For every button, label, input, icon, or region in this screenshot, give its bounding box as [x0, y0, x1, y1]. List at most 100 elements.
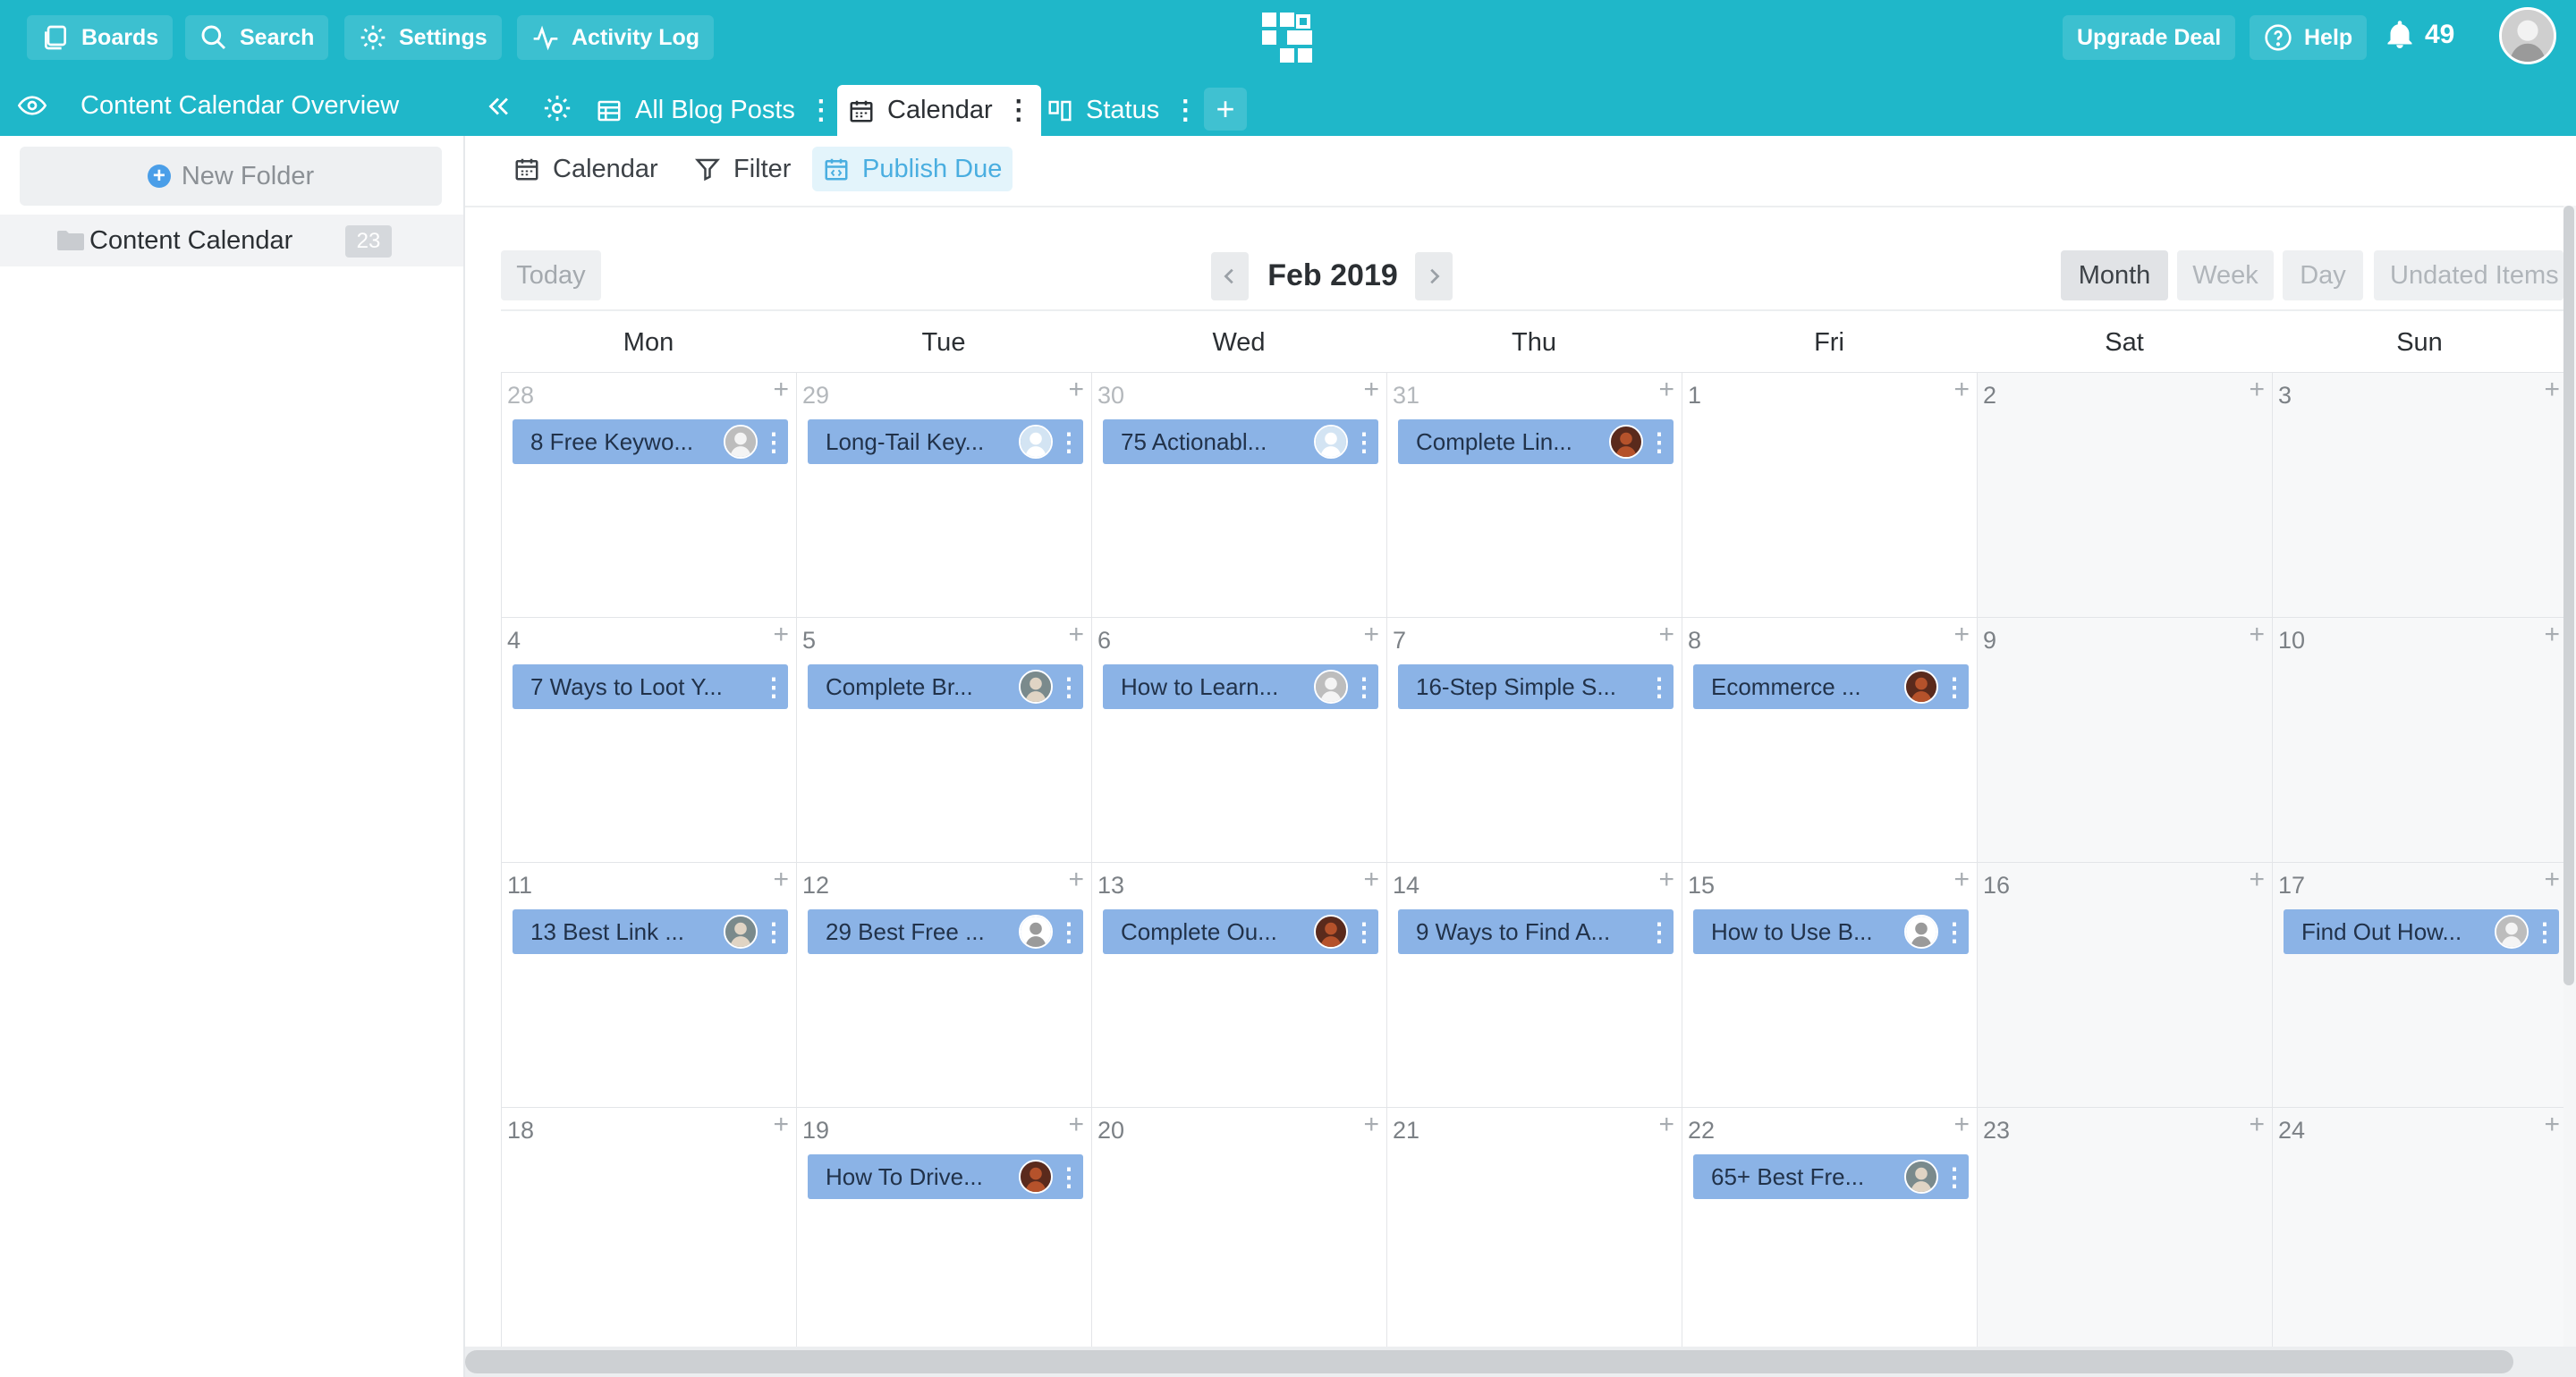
event-menu-icon[interactable]: ⋮ [758, 672, 788, 702]
event-menu-icon[interactable]: ⋮ [1348, 427, 1378, 457]
settings-button[interactable]: Settings [344, 15, 502, 60]
event-menu-icon[interactable]: ⋮ [758, 917, 788, 947]
add-item-plus-icon[interactable]: + [773, 376, 789, 403]
calendar-event[interactable]: 8 Free Keywo... ⋮ [513, 419, 788, 464]
add-item-plus-icon[interactable]: + [2544, 1111, 2560, 1138]
calendar-day-cell[interactable]: 28 +8 Free Keywo... ⋮ [501, 372, 796, 617]
add-view-button[interactable]: + [1204, 88, 1247, 131]
calendar-event[interactable]: 9 Ways to Find A... ⋮ [1398, 909, 1674, 954]
add-item-plus-icon[interactable]: + [2544, 621, 2560, 648]
week-view-button[interactable]: Week [2177, 250, 2274, 300]
add-item-plus-icon[interactable]: + [1363, 621, 1379, 648]
add-item-plus-icon[interactable]: + [1068, 376, 1084, 403]
view-settings-gear-icon[interactable] [542, 93, 572, 123]
eye-icon[interactable] [18, 91, 47, 120]
calendar-day-cell[interactable]: 9 + [1977, 617, 2272, 862]
help-button[interactable]: Help [2250, 15, 2368, 60]
calendar-day-cell[interactable]: 29 + Long-Tail Key... ⋮ [796, 372, 1091, 617]
tab-all-blog-posts[interactable]: All Blog Posts ⋮ [585, 85, 843, 136]
calendar-day-cell[interactable]: 4 +7 Ways to Loot Y... ⋮ [501, 617, 796, 862]
calendar-event[interactable]: 65+ Best Fre... ⋮ [1693, 1154, 1969, 1199]
event-menu-icon[interactable]: ⋮ [1938, 672, 1969, 702]
event-menu-icon[interactable]: ⋮ [758, 427, 788, 457]
user-avatar[interactable] [2499, 7, 2556, 64]
publish-due-button[interactable]: Publish Due [812, 147, 1013, 191]
event-menu-icon[interactable]: ⋮ [1348, 672, 1378, 702]
add-item-plus-icon[interactable]: + [1658, 866, 1674, 893]
event-menu-icon[interactable]: ⋮ [1053, 917, 1083, 947]
boards-button[interactable]: Boards [27, 15, 174, 60]
calendar-day-cell[interactable]: 6 + How to Learn... ⋮ [1091, 617, 1386, 862]
calendar-day-cell[interactable]: 13 + Complete Ou... ⋮ [1091, 862, 1386, 1107]
next-month-button[interactable] [1415, 252, 1453, 300]
calendar-event[interactable]: 29 Best Free ... ⋮ [808, 909, 1083, 954]
add-item-plus-icon[interactable]: + [1363, 866, 1379, 893]
calendar-day-cell[interactable]: 14 +9 Ways to Find A... ⋮ [1386, 862, 1682, 1107]
calendar-event[interactable]: 75 Actionabl... ⋮ [1103, 419, 1378, 464]
calendar-event[interactable]: 13 Best Link ... ⋮ [513, 909, 788, 954]
calendar-event[interactable]: 16-Step Simple S... ⋮ [1398, 664, 1674, 709]
add-item-plus-icon[interactable]: + [1953, 1111, 1970, 1138]
calendar-day-cell[interactable]: 12 +29 Best Free ... ⋮ [796, 862, 1091, 1107]
calendar-day-cell[interactable]: 5 + Complete Br... ⋮ [796, 617, 1091, 862]
activity-log-button[interactable]: Activity Log [517, 15, 715, 60]
calendar-day-cell[interactable]: 2 + [1977, 372, 2272, 617]
calendar-event[interactable]: Complete Lin... ⋮ [1398, 419, 1674, 464]
previous-month-button[interactable] [1211, 252, 1249, 300]
calendar-day-cell[interactable]: 17 + Find Out How... ⋮ [2272, 862, 2567, 1107]
day-view-button[interactable]: Day [2283, 250, 2363, 300]
filter-button[interactable]: Filter [683, 147, 801, 191]
tab-menu-icon[interactable]: ⋮ [1172, 95, 1199, 126]
calendar-event[interactable]: Ecommerce ... ⋮ [1693, 664, 1969, 709]
event-menu-icon[interactable]: ⋮ [1643, 427, 1674, 457]
calendar-day-cell[interactable]: 19 + How To Drive... ⋮ [796, 1107, 1091, 1352]
calendar-day-cell[interactable]: 22 +65+ Best Fre... ⋮ [1682, 1107, 1977, 1352]
add-item-plus-icon[interactable]: + [1658, 376, 1674, 403]
sidebar-item-content-calendar[interactable]: Content Calendar 23 [0, 215, 463, 266]
calendar-day-cell[interactable]: 31 + Complete Lin... ⋮ [1386, 372, 1682, 617]
add-item-plus-icon[interactable]: + [1068, 866, 1084, 893]
add-item-plus-icon[interactable]: + [2249, 866, 2265, 893]
calendar-day-cell[interactable]: 8 + Ecommerce ... ⋮ [1682, 617, 1977, 862]
calendar-event[interactable]: Complete Br... ⋮ [808, 664, 1083, 709]
add-item-plus-icon[interactable]: + [2249, 621, 2265, 648]
add-item-plus-icon[interactable]: + [1953, 621, 1970, 648]
calendar-event[interactable]: Complete Ou... ⋮ [1103, 909, 1378, 954]
vertical-scrollbar[interactable] [2563, 206, 2576, 1377]
today-button[interactable]: Today [501, 250, 601, 300]
calendar-day-cell[interactable]: 1 + [1682, 372, 1977, 617]
add-item-plus-icon[interactable]: + [1953, 376, 1970, 403]
event-menu-icon[interactable]: ⋮ [1643, 672, 1674, 702]
add-item-plus-icon[interactable]: + [1658, 1111, 1674, 1138]
calendar-settings-button[interactable]: Calendar [503, 147, 669, 191]
calendar-day-cell[interactable]: 18 + [501, 1107, 796, 1352]
tab-calendar[interactable]: Calendar ⋮ [837, 85, 1041, 136]
calendar-event[interactable]: Find Out How... ⋮ [2284, 909, 2559, 954]
vertical-scrollbar-thumb[interactable] [2563, 206, 2574, 985]
calendar-day-cell[interactable]: 11 +13 Best Link ... ⋮ [501, 862, 796, 1107]
add-item-plus-icon[interactable]: + [2544, 376, 2560, 403]
add-item-plus-icon[interactable]: + [773, 1111, 789, 1138]
add-item-plus-icon[interactable]: + [1658, 621, 1674, 648]
calendar-day-cell[interactable]: 3 + [2272, 372, 2567, 617]
collapse-sidebar-icon[interactable] [483, 91, 513, 122]
calendar-event[interactable]: How to Use B... ⋮ [1693, 909, 1969, 954]
calendar-event[interactable]: 7 Ways to Loot Y... ⋮ [513, 664, 788, 709]
add-item-plus-icon[interactable]: + [773, 621, 789, 648]
notifications-button[interactable]: 49 [2384, 13, 2454, 57]
add-item-plus-icon[interactable]: + [2544, 866, 2560, 893]
calendar-day-cell[interactable]: 10 + [2272, 617, 2567, 862]
event-menu-icon[interactable]: ⋮ [1053, 427, 1083, 457]
event-menu-icon[interactable]: ⋮ [1938, 1162, 1969, 1192]
add-item-plus-icon[interactable]: + [1068, 621, 1084, 648]
calendar-event[interactable]: Long-Tail Key... ⋮ [808, 419, 1083, 464]
add-item-plus-icon[interactable]: + [2249, 1111, 2265, 1138]
undated-items-button[interactable]: Undated Items [2374, 250, 2563, 300]
upgrade-deal-button[interactable]: Upgrade Deal [2063, 15, 2236, 60]
horizontal-scrollbar[interactable] [465, 1347, 2576, 1377]
tab-status[interactable]: Status ⋮ [1036, 85, 1208, 136]
calendar-day-cell[interactable]: 24 + [2272, 1107, 2567, 1352]
event-menu-icon[interactable]: ⋮ [1643, 917, 1674, 947]
calendar-day-cell[interactable]: 20 + [1091, 1107, 1386, 1352]
search-button[interactable]: Search [185, 15, 329, 60]
